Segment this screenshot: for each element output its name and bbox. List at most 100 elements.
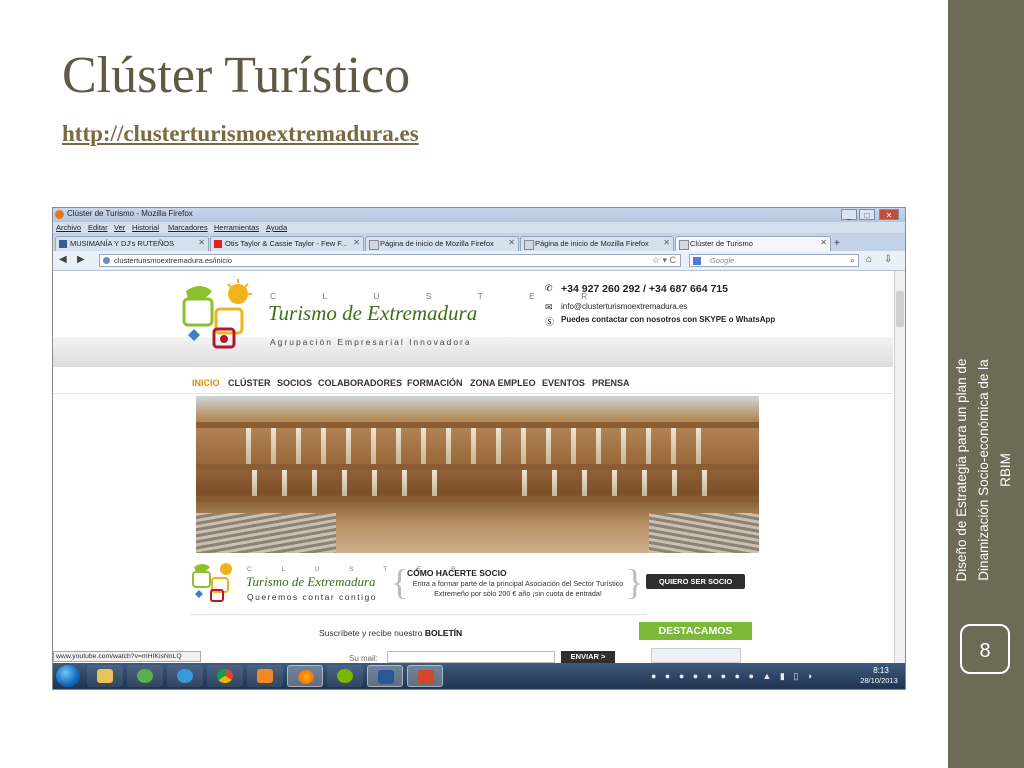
facebook-icon [59,240,67,248]
hero-column [282,470,287,496]
forward-icon[interactable]: ▶ [77,254,85,265]
nav-inicio[interactable]: INICIO [192,378,220,388]
tab-close-icon[interactable]: ✕ [663,238,670,247]
logo2-main-text: Turismo de Extremadura [246,574,376,589]
taskbar-powerpoint[interactable] [407,665,443,687]
nav-eventos[interactable]: EVENTOS [542,378,585,388]
url-text: clusterturismoextremadura.es/inicio [114,256,232,265]
taskbar-word[interactable] [367,665,403,687]
nav-cluster[interactable]: CLÚSTER [228,378,271,388]
taskbar-ie[interactable] [167,665,203,687]
tab-label: Clúster de Turismo [690,239,753,248]
nav-prensa[interactable]: PRENSA [592,378,630,388]
hero-column [621,428,626,464]
tab-musimania[interactable]: MUSIMANÍA Y DJ's RUTEÑOS ✕ [55,236,209,251]
star-icon[interactable]: ☆ ▾ C [652,255,676,266]
status-bar: www.youtube.com/watch?v=mHIKisNnLQ [53,651,201,662]
contact-email[interactable]: info@clusterturismoextremadura.es [561,302,687,311]
tab-close-icon[interactable]: ✕ [198,238,205,247]
tab-mozilla-start-2[interactable]: Página de inicio de Mozilla Firefox ✕ [520,236,674,251]
tab-close-icon[interactable]: ✕ [820,238,827,247]
menu-marcadores[interactable]: Marcadores [168,223,208,232]
hero-stairs [196,513,336,553]
window-titlebar: Clúster de Turismo - Mozilla Firefox _ □… [53,208,905,222]
menu-herramientas[interactable]: Herramientas [214,223,259,232]
maximize-button[interactable]: □ [859,209,875,220]
menu-bar: Archivo Editar Ver Historial Marcadores … [53,222,905,233]
logo-main-text: Turismo de Extremadura [268,301,478,325]
mail-input[interactable] [387,651,555,663]
destacamos-thumbnail[interactable] [651,648,741,663]
menu-ayuda[interactable]: Ayuda [266,223,287,232]
hero-column [642,470,647,496]
new-tab-button[interactable]: + [834,238,840,249]
chrome-icon [217,669,233,683]
minimize-button[interactable]: _ [841,209,857,220]
tab-close-icon[interactable]: ✕ [353,238,360,247]
clock-date[interactable]: 28/10/2013 [855,676,903,685]
taskbar-player[interactable] [247,665,283,687]
taskbar-explorer[interactable] [87,665,123,687]
taskbar-spotify[interactable] [327,665,363,687]
menu-historial[interactable]: Historial [132,223,159,232]
contact-phone: +34 927 260 292 / +34 687 664 715 [561,283,728,295]
nav-socios[interactable]: SOCIOS [277,378,312,388]
scrollbar-thumb[interactable] [896,291,904,327]
player-icon [257,669,273,683]
menu-ver[interactable]: Ver [114,223,125,232]
page-scrollbar[interactable] [894,271,905,663]
brace-right: } [626,562,644,602]
quiero-ser-socio-button[interactable]: QUIERO SER SOCIO [646,574,745,589]
globe-icon [103,257,110,264]
clock-time[interactable]: 8:13 [859,666,903,675]
enviar-button[interactable]: ENVIAR > [561,651,615,663]
hero-column [312,470,317,496]
tab-label: Otis Taylor & Cassie Taylor - Few F... [225,239,348,248]
mail-icon: ✉ [545,302,553,312]
logo-letters: C L U S T E R [270,291,610,301]
hero-stairs [649,513,759,553]
hero-column [552,470,557,496]
tab-label: Página de inicio de Mozilla Firefox [535,239,649,248]
contact-skype: Puedes contactar con nosotros con SKYPE … [561,315,776,324]
home-icon[interactable]: ⌂ [866,254,872,265]
tab-otis-taylor[interactable]: Otis Taylor & Cassie Taylor - Few F... ✕ [210,236,364,251]
word-icon [378,670,394,684]
logo2-subtitle: Queremos contar contigo [247,592,377,602]
hero-column [321,428,326,464]
socio-title: CÓMO HACERTE SOCIO [407,568,507,578]
phone-icon: ✆ [545,283,553,293]
hero-column [246,428,251,464]
close-button[interactable]: ✕ [879,209,899,220]
system-tray-icons[interactable]: ● ● ● ● ● ● ● ● ▲ ▮ ▯ ◑ [651,671,815,682]
search-bar[interactable]: Google ⌕ [689,254,859,267]
back-icon[interactable]: ◀ [59,254,67,265]
taskbar-chrome[interactable] [207,665,243,687]
taskbar-firefox[interactable] [287,665,323,687]
tab-mozilla-start-1[interactable]: Página de inicio de Mozilla Firefox ✕ [365,236,519,251]
url-bar[interactable]: clusterturismoextremadura.es/inicio ☆ ▾ … [99,254,681,267]
hero-column [432,470,437,496]
nav-formacion[interactable]: FORMACIÓN [407,378,463,388]
tab-close-icon[interactable]: ✕ [508,238,515,247]
taskbar-media[interactable] [127,665,163,687]
search-icon[interactable]: ⌕ [850,255,855,266]
side-text-box: Diseño de Estrategia para un plan de Din… [948,350,1024,590]
nav-colaboradores[interactable]: COLABORADORES [318,378,402,388]
hero-column [371,428,376,464]
menu-archivo[interactable]: Archivo [56,223,81,232]
search-placeholder: Google [710,256,735,265]
download-icon[interactable]: ⇩ [884,254,892,265]
media-icon [137,669,153,683]
mail-label: Su mail: [349,654,378,663]
tab-cluster-turismo[interactable]: Clúster de Turismo ✕ [675,236,831,251]
destacamos-header: DESTACAMOS [639,622,752,640]
slide-link[interactable]: http://clusterturismoextremadura.es [62,121,419,147]
hero-column [596,428,601,464]
start-button[interactable] [56,665,80,687]
menu-editar[interactable]: Editar [88,223,108,232]
hero-column [646,428,651,464]
hero-column [252,470,257,496]
nav-zona-empleo[interactable]: ZONA EMPLEO [470,378,536,388]
brace-left: { [391,562,409,602]
